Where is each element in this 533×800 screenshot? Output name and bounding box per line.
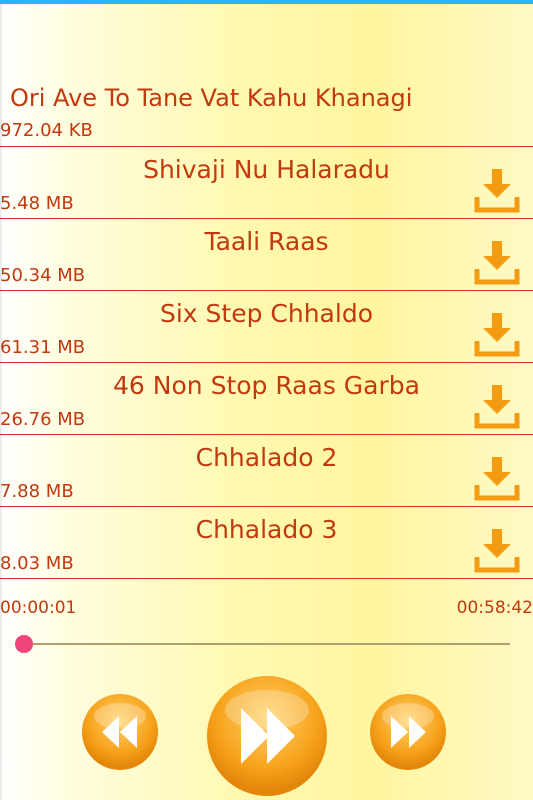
song-size: 61.31 MB (0, 337, 86, 358)
list-item[interactable]: Six Step Chhaldo 61.31 MB (0, 291, 533, 363)
list-item[interactable]: Taali Raas 50.34 MB (0, 219, 533, 291)
total-time: 00:58:42 (456, 598, 533, 618)
song-size: 5.48 MB (0, 193, 74, 214)
song-title: 46 Non Stop Raas Garba (113, 371, 420, 400)
list-item[interactable]: Chhalado 3 8.03 MB (0, 507, 533, 579)
song-title: Ori Ave To Tane Vat Kahu Khanagi (10, 84, 413, 112)
list-item[interactable]: Chhalado 2 7.88 MB (0, 435, 533, 507)
current-time: 00:00:01 (0, 598, 77, 618)
download-icon[interactable] (473, 527, 521, 575)
seek-thumb[interactable] (15, 635, 33, 653)
previous-button[interactable] (80, 692, 160, 772)
download-icon[interactable] (473, 239, 521, 287)
list-item[interactable]: 46 Non Stop Raas Garba 26.76 MB (0, 363, 533, 435)
download-icon[interactable] (473, 383, 521, 431)
download-icon[interactable] (473, 311, 521, 359)
song-size: 972.04 KB (0, 120, 93, 141)
song-size: 7.88 MB (0, 481, 74, 502)
song-title: Taali Raas (204, 227, 329, 256)
song-title: Six Step Chhaldo (159, 299, 373, 328)
play-button[interactable] (205, 674, 329, 798)
song-title: Chhalado 2 (195, 443, 338, 472)
song-list-panel: Ori Ave To Tane Vat Kahu Khanagi 972.04 … (0, 4, 533, 800)
song-title: Shivaji Nu Halaradu (143, 155, 390, 184)
download-icon[interactable] (473, 167, 521, 215)
song-size: 8.03 MB (0, 553, 74, 574)
song-size: 50.34 MB (0, 265, 86, 286)
seek-bar[interactable] (22, 643, 510, 645)
list-item[interactable]: Ori Ave To Tane Vat Kahu Khanagi 972.04 … (0, 76, 533, 147)
download-icon[interactable] (473, 455, 521, 503)
list-item[interactable]: Shivaji Nu Halaradu 5.48 MB (0, 147, 533, 219)
song-size: 26.76 MB (0, 409, 86, 430)
song-title: Chhalado 3 (195, 515, 338, 544)
next-button[interactable] (368, 692, 448, 772)
